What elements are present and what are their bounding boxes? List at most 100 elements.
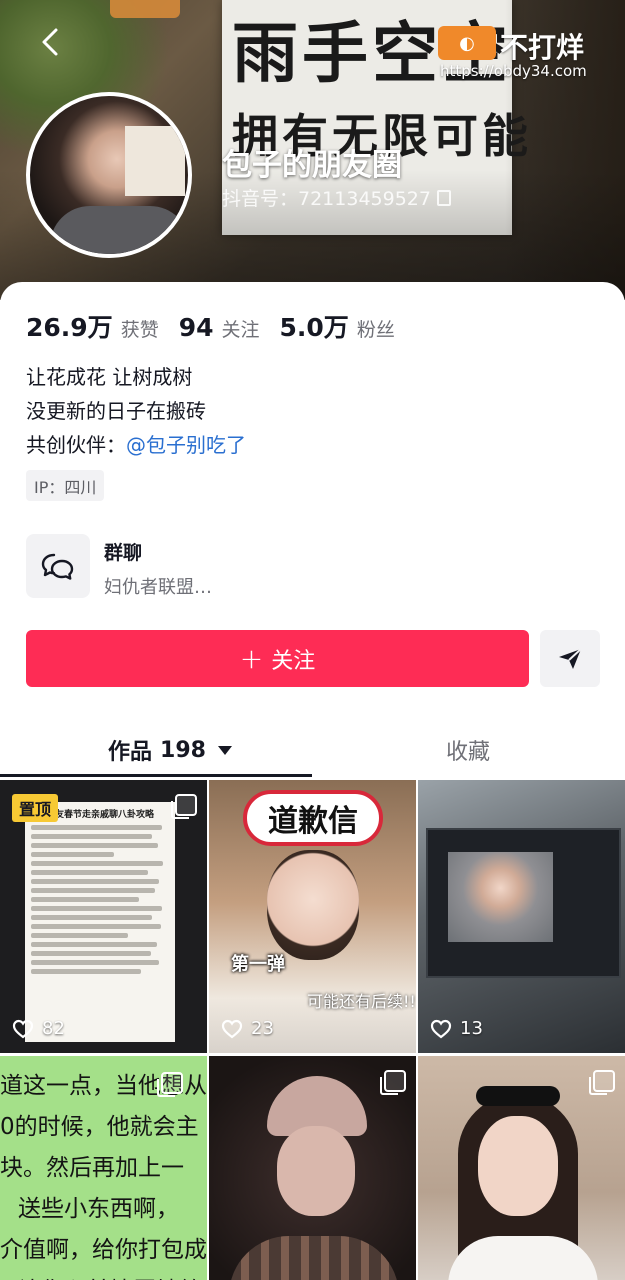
back-button[interactable] [30,22,70,62]
chat-bubbles-icon [41,553,74,580]
group-chat-icon-box [26,534,90,598]
document-line [31,933,128,938]
bio: 让花成花 让树成树 没更新的日子在搬砖 共创伙伴：@包子别吃了 [26,360,246,462]
heart-icon [12,1019,34,1038]
content-tabs: 作品 198 收藏 [0,722,625,778]
overlay-text-continue: 可能还有后续!! [307,992,416,1011]
multi-image-icon [589,1070,615,1095]
likes-count-text: 82 [42,1018,65,1039]
document-thumbnail: 大友春节走亲戚聊八卦攻略 [25,802,175,1042]
stats-row: 26.9万 获赞 94 关注 5.0万 粉丝 [26,308,395,344]
group-chat-subtitle: 妇仇者联盟… [104,577,212,598]
multi-image-icon [171,794,197,819]
document-line [31,852,114,857]
video-card-2[interactable]: 道歉信 第一弹 可能还有后续!! 23 [209,780,416,1053]
person-body [229,1236,399,1280]
video-card-3[interactable]: 13 [418,780,625,1053]
tab-favorites-label: 收藏 [446,740,491,765]
douyin-id[interactable]: 抖音号：72113459527 [222,184,451,211]
video-card-5[interactable] [209,1056,416,1280]
apology-sign: 道歉信 [243,790,383,846]
tab-works[interactable]: 作品 198 [108,722,232,778]
document-line [31,942,157,947]
document-line [31,924,161,929]
avatar[interactable] [26,92,192,258]
stat-followers[interactable]: 5.0万 粉丝 [280,308,395,344]
avatar-background-paper [125,126,185,196]
stat-likes[interactable]: 26.9万 获赞 [26,308,159,344]
document-line [31,888,156,893]
document-line [31,897,139,902]
partner-mention-link[interactable]: @包子别吃了 [126,433,246,457]
active-tab-indicator [0,774,312,777]
text-line: 介值啊，给你打包成 [0,1237,207,1263]
bio-partner-line: 共创伙伴：@包子别吃了 [26,428,246,462]
document-line [31,960,160,965]
text-line: 0的时候，他就会主 [0,1114,199,1140]
stat-following[interactable]: 94 关注 [179,313,260,342]
followers-label: 粉丝 [356,319,395,341]
text-line: 送些小东西啊， [18,1196,179,1222]
group-chat-title: 群聊 [104,542,143,564]
share-button[interactable] [540,630,600,687]
group-chat-text: 群聊 妇仇者联盟… [104,534,212,600]
heart-icon [221,1019,243,1038]
likes-count-text: 13 [460,1018,483,1039]
document-line [31,825,163,830]
tab-works-count: 198 [160,737,206,763]
watermark: ◐ 不打烊 https://obdy34.com [438,26,613,82]
text-line: 块。然后再加上一 [0,1155,184,1181]
likes-label: 获赞 [120,319,159,341]
following-count: 94 [178,313,214,342]
heart-icon [430,1019,452,1038]
copy-icon[interactable] [436,189,451,206]
multi-image-icon [380,1070,406,1095]
likes-count: 26.9万 [26,313,113,342]
video-likes: 13 [430,1018,483,1039]
tab-works-label: 作品 [108,740,153,765]
caret-down-icon [217,745,232,755]
followers-count: 5.0万 [279,313,349,342]
watermark-url: https://obdy34.com [440,62,587,80]
document-line [31,915,153,920]
text-line: 让你心甘情愿地给 [0,1271,207,1280]
following-label: 关注 [221,319,260,341]
document-line [31,969,142,974]
sunglasses [476,1086,560,1106]
bio-line-2: 没更新的日子在搬砖 [26,399,206,423]
video-likes: 82 [12,1018,65,1039]
pinned-badge: 置顶 [12,794,59,822]
document-line [31,870,149,875]
video-grid: 大友春节走亲戚聊八卦攻略 置顶 82 道歉信 第一弹 可能还有后续!! 23 1… [0,780,625,1280]
document-line [31,834,153,839]
overlay-text-first: 第一弹 [231,954,285,975]
group-chat-entry[interactable]: 群聊 妇仇者联盟… [26,534,586,600]
chevron-left-icon [42,28,58,56]
tab-favorites[interactable]: 收藏 [446,722,490,778]
document-line [31,951,152,956]
follow-label: 关注 [271,648,316,674]
person-thumbnail [277,1126,355,1216]
video-card-6[interactable] [418,1056,625,1280]
send-icon [559,647,582,669]
document-line [31,861,164,866]
person-thumbnail [267,850,359,960]
video-card-4[interactable]: 道这一点，当他想从 0的时候，他就会主 块。然后再加上一 送些小东西啊， 介值啊… [0,1056,207,1280]
document-line [31,906,163,911]
douyin-id-text: 抖音号：72113459527 [222,188,431,210]
watermark-logo-icon: ◐ [438,26,496,60]
lamp-decoration [110,0,180,18]
plus-icon: + [239,641,264,675]
partner-prefix: 共创伙伴： [26,433,126,457]
avatar-sweater [50,206,188,254]
profile-nickname: 包子的朋友圈 [222,148,402,183]
ip-location-tag: IP：四川 [26,470,105,501]
likes-count-text: 23 [251,1018,274,1039]
video-preview-thumbnail [448,852,553,942]
watermark-title: 不打烊 [500,31,585,64]
follow-button[interactable]: + 关注 [26,630,529,687]
video-card-1[interactable]: 大友春节走亲戚聊八卦攻略 置顶 82 [0,780,207,1053]
text-screenshot: 道这一点，当他想从 0的时候，他就会主 块。然后再加上一 送些小东西啊， 介值啊… [0,1066,207,1280]
person-thumbnail [478,1116,558,1216]
profile-card: 26.9万 获赞 94 关注 5.0万 粉丝 让花成花 让树成树 没更新的日子在… [0,282,625,1280]
